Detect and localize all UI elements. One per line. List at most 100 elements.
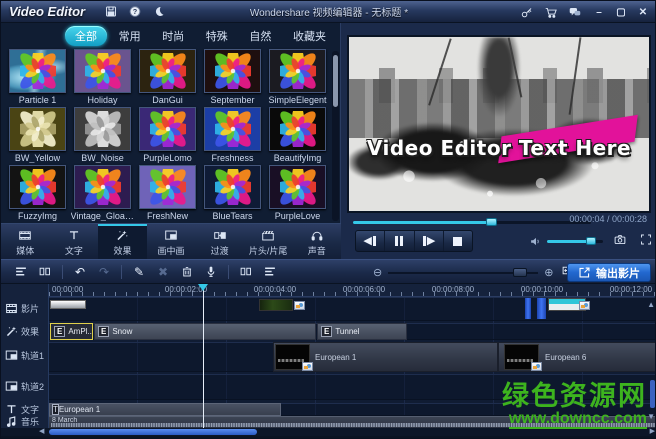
effect-thumbnail[interactable] — [9, 49, 66, 93]
effect-item[interactable]: PurpleLomo — [135, 107, 200, 165]
previous-frame-button[interactable]: ◀ — [356, 231, 385, 251]
seek-handle[interactable] — [486, 218, 497, 226]
effect-clip-selected[interactable]: E AmPl... — [50, 323, 93, 340]
export-movie-button[interactable]: 输出影片 — [567, 263, 651, 282]
category-tab-1[interactable]: 常用 — [109, 26, 151, 46]
effect-thumbnail[interactable] — [269, 107, 326, 151]
stop-button[interactable] — [444, 231, 472, 251]
fullscreen-icon[interactable] — [639, 233, 653, 251]
undo-icon[interactable]: ↶ — [70, 263, 90, 281]
effect-thumbnail[interactable] — [204, 165, 261, 209]
panel-tab-credits[interactable]: 片头/片尾 — [244, 224, 293, 259]
effect-item[interactable]: DanGui — [135, 49, 200, 107]
zoom-out-icon[interactable]: ⊖ — [373, 266, 382, 279]
panel-tab-text[interactable]: 文字 — [50, 224, 99, 259]
effect-thumbnail[interactable] — [139, 165, 196, 209]
effect-item[interactable]: BW_Noise — [70, 107, 135, 165]
effect-thumbnail[interactable] — [74, 165, 131, 209]
timeline-view-icon[interactable] — [11, 263, 31, 281]
effect-item[interactable]: September — [200, 49, 265, 107]
track-label-4[interactable]: 轨道2 — [5, 380, 44, 393]
effect-thumbnail[interactable] — [269, 49, 326, 93]
effect-item[interactable]: Vintage_Gloam... — [70, 165, 135, 223]
panel-tab-transition[interactable]: 过渡 — [195, 224, 244, 259]
redo-icon[interactable]: ↷ — [94, 263, 114, 281]
store-cart-icon[interactable] — [542, 4, 560, 20]
storyboard-view-icon[interactable] — [35, 263, 55, 281]
record-voiceover-icon[interactable] — [201, 263, 221, 281]
video-clip-2[interactable] — [259, 299, 293, 311]
scroll-left-icon[interactable]: ◀ — [39, 428, 44, 436]
panel-tab-wand[interactable]: 效果 — [98, 224, 147, 259]
effect-item[interactable]: FreshNew — [135, 165, 200, 223]
maximize-button[interactable]: ▢ — [611, 5, 631, 20]
effect-thumbnail[interactable] — [74, 49, 131, 93]
delete-trash-icon[interactable] — [177, 263, 197, 281]
effect-thumbnail[interactable] — [204, 49, 261, 93]
seek-bar[interactable] — [353, 221, 591, 224]
scroll-down-icon[interactable]: ▼ — [647, 412, 655, 421]
effect-thumbnail[interactable] — [9, 165, 66, 209]
pause-button[interactable] — [385, 231, 414, 251]
split-icon[interactable]: ✖ — [153, 263, 173, 281]
pip-clip[interactable]: European 6 — [498, 342, 656, 372]
category-tab-4[interactable]: 自然 — [239, 26, 281, 46]
scroll-up-icon[interactable]: ▲ — [647, 300, 655, 309]
panel-tab-media[interactable]: 媒体 — [1, 224, 50, 259]
track-label-6[interactable]: 音乐 — [5, 415, 39, 428]
scroll-right-icon[interactable]: ▶ — [650, 428, 655, 436]
pip-clip[interactable]: European 1 — [273, 342, 498, 372]
track-label-2[interactable]: 效果 — [5, 325, 39, 338]
effect-thumbnail[interactable] — [139, 49, 196, 93]
zoom-handle[interactable] — [513, 268, 527, 277]
horizontal-scrollbar[interactable]: ◀ ▶ — [1, 428, 656, 436]
effect-item[interactable]: BlueTears — [200, 165, 265, 223]
register-key-icon[interactable] — [518, 4, 536, 20]
track-label-3[interactable]: 轨道1 — [5, 349, 44, 362]
volume-icon[interactable] — [529, 235, 543, 253]
effect-item[interactable]: Particle 1 — [5, 49, 70, 107]
effect-thumbnail[interactable] — [9, 107, 66, 151]
next-frame-button[interactable]: ▶ — [415, 231, 444, 251]
effect-item[interactable]: BW_Yellow — [5, 107, 70, 165]
zoom-in-icon[interactable]: ⊕ — [544, 266, 553, 279]
effect-clip[interactable]: E Tunnel — [317, 323, 407, 340]
volume-handle[interactable] — [586, 237, 596, 245]
track-manager-icon[interactable] — [260, 263, 280, 281]
help-icon[interactable]: ? — [126, 4, 144, 20]
video-clip-3[interactable] — [525, 298, 531, 319]
effect-item[interactable]: PurpleLove — [265, 165, 330, 223]
playhead[interactable] — [203, 284, 204, 428]
effect-thumbnail[interactable] — [139, 107, 196, 151]
panel-tab-sound[interactable]: 声音 — [292, 224, 341, 259]
effect-item[interactable]: Freshness — [200, 107, 265, 165]
volume-slider[interactable] — [547, 240, 603, 243]
vertical-scrollbar[interactable] — [650, 380, 655, 408]
category-tab-2[interactable]: 时尚 — [152, 26, 194, 46]
horizontal-scroll-thumb[interactable] — [49, 429, 257, 435]
snapshot-camera-icon[interactable] — [613, 233, 627, 251]
feedback-chat-icon[interactable] — [566, 4, 584, 20]
text-clip[interactable]: T European 1 — [49, 403, 281, 416]
effect-item[interactable]: SimpleElegent — [265, 49, 330, 107]
timeline-ruler[interactable]: 00:00:0000:00:02:0000:00:04:0000:00:06:0… — [49, 284, 656, 297]
effect-thumbnail[interactable] — [74, 107, 131, 151]
effects-scrollbar[interactable] — [332, 51, 339, 221]
category-tab-3[interactable]: 特殊 — [196, 26, 238, 46]
track-label-1[interactable]: 影片 — [5, 302, 39, 315]
effect-item[interactable]: FuzzyImg — [5, 165, 70, 223]
save-icon[interactable] — [102, 4, 120, 20]
effect-thumbnail[interactable] — [204, 107, 261, 151]
video-clip-1[interactable] — [50, 300, 86, 309]
effect-item[interactable]: Holiday — [70, 49, 135, 107]
effect-clip[interactable]: E Snow — [94, 323, 316, 340]
category-tab-0[interactable]: 全部 — [65, 26, 107, 46]
effect-thumbnail[interactable] — [269, 165, 326, 209]
effect-item[interactable]: BeautifyImg — [265, 107, 330, 165]
close-button[interactable]: ✕ — [633, 5, 653, 20]
minimize-button[interactable]: – — [589, 5, 609, 20]
panel-tab-pip[interactable]: 画中画 — [147, 224, 196, 259]
theme-icon[interactable] — [150, 4, 168, 20]
marker-icon[interactable] — [236, 263, 256, 281]
edit-clip-icon[interactable]: ✎ — [129, 263, 149, 281]
